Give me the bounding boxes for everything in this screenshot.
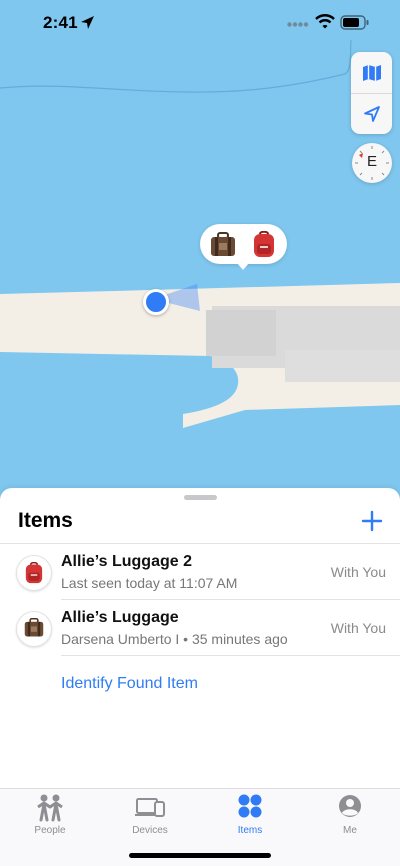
tab-label: Items [237, 825, 263, 836]
status-bar: 2:41 [0, 0, 400, 48]
cellular-signal-icon [287, 22, 309, 27]
map-icon [362, 64, 381, 81]
home-indicator [129, 853, 271, 858]
items-map-pin[interactable] [200, 224, 287, 270]
items-icon [238, 794, 262, 818]
location-arrow-icon [363, 105, 380, 122]
location-services-icon [81, 16, 94, 29]
map-mode-button[interactable] [351, 52, 392, 94]
item-name: Allie’s Luggage [61, 609, 179, 626]
people-icon [37, 794, 63, 822]
map-controls [351, 52, 392, 134]
item-subtitle: Last seen today at 11:07 AM [61, 575, 238, 591]
backpack-icon [254, 231, 274, 257]
row-divider [61, 655, 400, 656]
sheet-title: Items [18, 509, 73, 532]
item-avatar [16, 611, 52, 647]
item-status: With You [330, 564, 386, 580]
backpack-icon [25, 562, 43, 584]
tab-label: Devices [132, 825, 168, 836]
items-sheet: Items Allie’s Luggage 2 Last seen today … [0, 488, 400, 788]
devices-icon [135, 798, 165, 817]
list-item[interactable]: Allie’s Luggage 2 Last seen today at 11:… [0, 544, 400, 600]
tab-items[interactable]: Items [210, 793, 290, 839]
compass-heading: E [366, 153, 377, 170]
sheet-grabber[interactable] [184, 495, 217, 500]
tab-label: People [34, 825, 66, 836]
list-item[interactable]: Allie’s Luggage Darsena Umberto I • 35 m… [0, 600, 400, 656]
suitcase-icon [24, 618, 44, 637]
item-avatar [16, 555, 52, 591]
add-item-button[interactable] [360, 509, 384, 533]
tab-me[interactable]: Me [310, 793, 390, 839]
wifi-icon [315, 14, 335, 29]
identify-found-item-link[interactable]: Identify Found Item [61, 675, 198, 693]
suitcase-icon [211, 232, 235, 256]
item-name: Allie’s Luggage 2 [61, 553, 192, 570]
tab-label: Me [343, 825, 357, 836]
compass-button[interactable]: E [352, 143, 392, 183]
tab-devices[interactable]: Devices [110, 793, 190, 839]
status-time: 2:41 [43, 13, 78, 32]
user-location-dot [143, 289, 169, 315]
battery-icon [340, 15, 369, 30]
item-status: With You [330, 620, 386, 636]
person-icon [339, 795, 361, 817]
tab-people[interactable]: People [10, 793, 90, 839]
current-location-button[interactable] [351, 93, 392, 134]
item-subtitle: Darsena Umberto I • 35 minutes ago [61, 631, 288, 647]
